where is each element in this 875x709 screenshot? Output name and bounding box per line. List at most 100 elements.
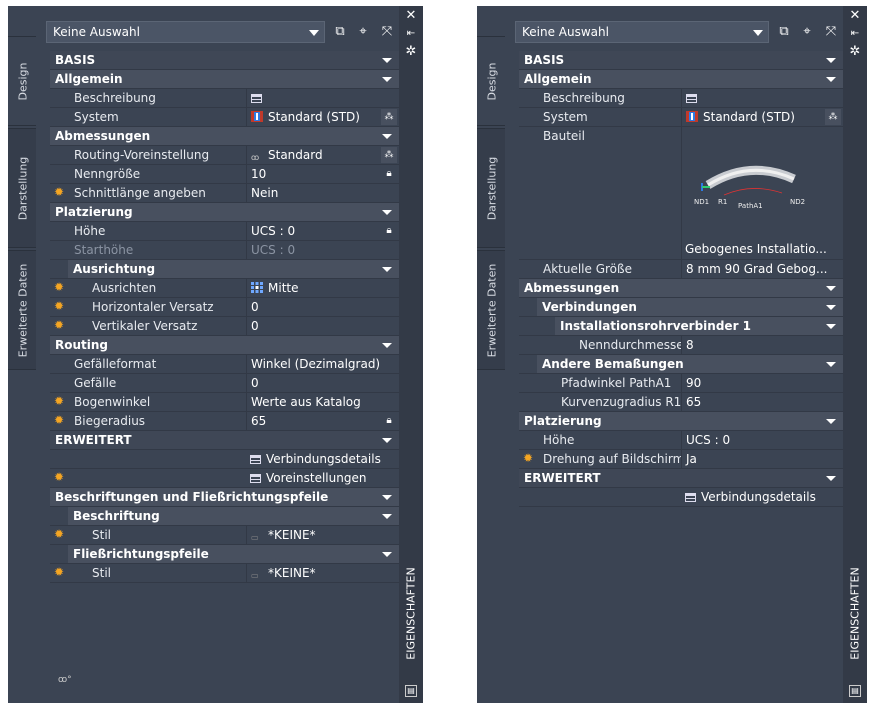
chevron-down-icon[interactable] bbox=[826, 286, 836, 291]
property-value[interactable]: ▭ *KEINE* bbox=[246, 564, 399, 582]
category-abmessungen[interactable]: Abmessungen bbox=[519, 279, 843, 298]
lock-icon[interactable]: 🔒︎ bbox=[381, 223, 397, 239]
property-value[interactable]: Nein bbox=[246, 184, 399, 202]
tab-erweiterte-daten[interactable]: Erweiterte Daten bbox=[8, 250, 38, 370]
selection-dropdown[interactable]: Keine Auswahl bbox=[46, 21, 325, 43]
picker-icon[interactable]: ⁂ bbox=[381, 109, 397, 125]
chevron-down-icon[interactable] bbox=[382, 495, 392, 500]
palette-options-icon[interactable]: ▤ bbox=[405, 685, 417, 697]
property-row-system[interactable]: System Standard (STD) ⁂ bbox=[50, 108, 399, 127]
property-value[interactable]: Standard (STD) ⁂ bbox=[246, 108, 399, 126]
chevron-down-icon[interactable] bbox=[382, 134, 392, 139]
property-value[interactable]: ▭ *KEINE* bbox=[246, 526, 399, 544]
routing-tool-icon[interactable]: ꝏ° bbox=[58, 675, 72, 685]
tab-darstellung[interactable]: Darstellung bbox=[8, 128, 38, 248]
chevron-down-icon[interactable] bbox=[826, 324, 836, 329]
settings-icon[interactable]: ✲ bbox=[403, 45, 419, 59]
chevron-down-icon[interactable] bbox=[826, 77, 836, 82]
property-value[interactable]: UCS : 0 🔒︎ bbox=[246, 222, 399, 240]
category-platzierung[interactable]: Platzierung bbox=[50, 203, 399, 222]
property-row-schnittlange-angeben[interactable]: ✹ Schnittlänge angeben Nein bbox=[50, 184, 399, 203]
lock-icon[interactable]: 🔒︎ bbox=[381, 413, 397, 429]
lock-icon[interactable]: 🔒︎ bbox=[381, 166, 397, 182]
select-objects-icon[interactable]: ⌖ bbox=[798, 23, 816, 41]
category-erweitert[interactable]: ERWEITERT bbox=[50, 431, 399, 450]
property-value[interactable]: 90 bbox=[681, 374, 843, 392]
chevron-down-icon[interactable] bbox=[826, 305, 836, 310]
property-value[interactable]: Winkel (Dezimalgrad) bbox=[246, 355, 399, 373]
property-value[interactable]: 8 mm 90 Grad Gebog... bbox=[681, 260, 843, 278]
property-row-nenngrosse[interactable]: Nenngröße 10 🔒︎ bbox=[50, 165, 399, 184]
selection-dropdown[interactable]: Keine Auswahl bbox=[515, 21, 769, 43]
chevron-down-icon[interactable] bbox=[826, 58, 836, 63]
property-row-kurvenzugradius-r1[interactable]: Kurvenzugradius R1 65 bbox=[519, 393, 843, 412]
category-allgemein[interactable]: Allgemein bbox=[50, 70, 399, 89]
category-erweitert[interactable]: ERWEITERT bbox=[519, 469, 843, 488]
chevron-down-icon[interactable] bbox=[382, 210, 392, 215]
property-row-gefalle[interactable]: Gefälle 0 bbox=[50, 374, 399, 393]
property-row-nenndurchmesser[interactable]: Nenndurchmesser 8 bbox=[519, 336, 843, 355]
property-row-verbindungsdetails[interactable]: Verbindungsdetails bbox=[519, 488, 843, 507]
tab-design[interactable]: Design bbox=[477, 36, 507, 126]
property-value[interactable]: 10 🔒︎ bbox=[246, 165, 399, 183]
chevron-down-icon[interactable] bbox=[826, 419, 836, 424]
autohide-icon[interactable]: ⇤ bbox=[403, 27, 419, 41]
property-row-biegeradius[interactable]: ✹ Biegeradius 65 🔒︎ bbox=[50, 412, 399, 431]
property-row-aktuelle-grosse[interactable]: Aktuelle Größe 8 mm 90 Grad Gebog... bbox=[519, 260, 843, 279]
property-row-vertikaler-versatz[interactable]: ✹ Vertikaler Versatz 0 bbox=[50, 317, 399, 336]
property-row-voreinstellungen[interactable]: ✹ Voreinstellungen bbox=[50, 469, 399, 488]
category-beschriftung[interactable]: Beschriftung bbox=[50, 507, 399, 526]
property-row-beschreibung[interactable]: Beschreibung bbox=[50, 89, 399, 108]
picker-icon[interactable]: ⁂ bbox=[381, 147, 397, 163]
property-value[interactable]: Voreinstellungen bbox=[246, 469, 399, 487]
category-ausrichtung[interactable]: Ausrichtung bbox=[50, 260, 399, 279]
chevron-down-icon[interactable] bbox=[382, 77, 392, 82]
property-value[interactable]: UCS : 0 bbox=[246, 241, 399, 259]
property-row-bogenwinkel[interactable]: ✹ Bogenwinkel Werte aus Katalog bbox=[50, 393, 399, 412]
property-value[interactable]: ꝏ Standard ⁂ bbox=[246, 146, 399, 164]
pickadd-icon[interactable]: ⤧ bbox=[378, 23, 396, 41]
chevron-down-icon[interactable] bbox=[382, 58, 392, 63]
autohide-icon[interactable]: ⇤ bbox=[847, 27, 863, 41]
property-row-pfadwinkel-patha1[interactable]: Pfadwinkel PathA1 90 bbox=[519, 374, 843, 393]
category-installationsrohrverbinder-1[interactable]: Installationsrohrverbinder 1 bbox=[519, 317, 843, 336]
property-row-verbindungsdetails[interactable]: Verbindungsdetails bbox=[50, 450, 399, 469]
quick-select-icon[interactable]: ⧉ bbox=[331, 23, 349, 41]
property-row-horizontaler-versatz[interactable]: ✹ Horizontaler Versatz 0 bbox=[50, 298, 399, 317]
category-routing[interactable]: Routing bbox=[50, 336, 399, 355]
pickadd-icon[interactable]: ⤧ bbox=[822, 23, 840, 41]
chevron-down-icon[interactable] bbox=[382, 267, 392, 272]
property-value[interactable]: Verbindungsdetails bbox=[681, 488, 843, 506]
picker-icon[interactable]: ⁂ bbox=[825, 109, 841, 125]
quick-select-icon[interactable]: ⧉ bbox=[775, 23, 793, 41]
property-row-routing-voreinstellung[interactable]: Routing-Voreinstellung ꝏ Standard ⁂ bbox=[50, 146, 399, 165]
property-value[interactable] bbox=[681, 89, 843, 107]
property-row-starthohe[interactable]: Starthöhe UCS : 0 bbox=[50, 241, 399, 260]
close-icon[interactable]: ✕ bbox=[847, 9, 863, 23]
property-value[interactable] bbox=[246, 89, 399, 107]
chevron-down-icon[interactable] bbox=[826, 362, 836, 367]
property-row-stil[interactable]: ✹ Stil ▭ *KEINE* bbox=[50, 564, 399, 583]
property-value[interactable]: Verbindungsdetails bbox=[246, 450, 399, 468]
tab-erweiterte-daten[interactable]: Erweiterte Daten bbox=[477, 250, 507, 370]
close-icon[interactable]: ✕ bbox=[403, 9, 419, 23]
chevron-down-icon[interactable] bbox=[382, 514, 392, 519]
category-andere-bemassungen[interactable]: Andere Bemaßungen bbox=[519, 355, 843, 374]
property-value[interactable]: Werte aus Katalog bbox=[246, 393, 399, 411]
property-value[interactable]: UCS : 0 bbox=[681, 431, 843, 449]
chevron-down-icon[interactable] bbox=[382, 438, 392, 443]
property-row-beschreibung[interactable]: Beschreibung bbox=[519, 89, 843, 108]
property-row-drehung-auf-bildschirm-a[interactable]: ✹Drehung auf Bildschirm a...Ja bbox=[519, 450, 843, 469]
property-value[interactable]: 0 bbox=[246, 298, 399, 316]
category-allgemein[interactable]: Allgemein bbox=[519, 70, 843, 89]
property-row-system[interactable]: System Standard (STD) ⁂ bbox=[519, 108, 843, 127]
settings-icon[interactable]: ✲ bbox=[847, 45, 863, 59]
property-value[interactable]: 65 🔒︎ bbox=[246, 412, 399, 430]
chevron-down-icon[interactable] bbox=[382, 343, 392, 348]
property-row-hohe[interactable]: Höhe UCS : 0 🔒︎ bbox=[50, 222, 399, 241]
property-value[interactable]: 0 bbox=[246, 317, 399, 335]
tab-design[interactable]: Design bbox=[8, 36, 38, 126]
property-row-ausrichten[interactable]: ✹ Ausrichten Mitte bbox=[50, 279, 399, 298]
property-value[interactable]: Mitte bbox=[246, 279, 399, 297]
tab-darstellung[interactable]: Darstellung bbox=[477, 128, 507, 248]
